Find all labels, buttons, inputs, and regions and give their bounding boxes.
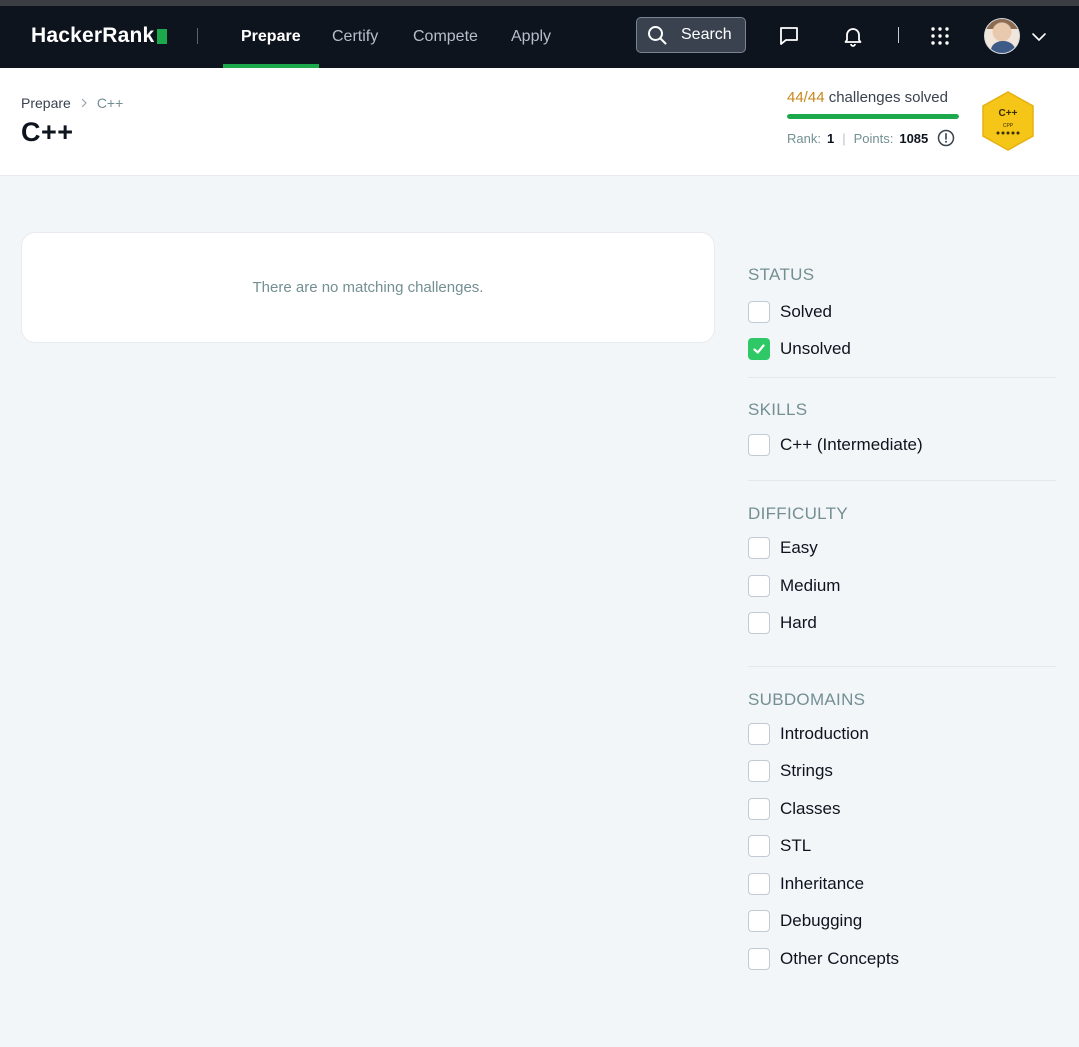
filter-group-status: STATUS Solved Unsolved bbox=[748, 265, 1056, 378]
checkbox-unsolved[interactable] bbox=[748, 338, 770, 361]
logo-text: HackerRank bbox=[31, 24, 155, 47]
badge-star bbox=[1001, 131, 1005, 135]
filter-option-unsolved[interactable]: Unsolved bbox=[748, 331, 1056, 369]
apps-grid-icon bbox=[931, 27, 949, 45]
badge-star bbox=[1011, 131, 1015, 135]
filters-panel: STATUS Solved Unsolved SKILLS C++ (Inter… bbox=[748, 265, 1056, 978]
nav-link-prepare[interactable]: Prepare bbox=[223, 6, 319, 68]
checkbox-other-concepts[interactable] bbox=[748, 947, 770, 970]
points-value: 1085 bbox=[899, 130, 929, 146]
empty-message: There are no matching challenges. bbox=[252, 279, 484, 296]
badge-star bbox=[1016, 131, 1020, 135]
filter-title-skills: SKILLS bbox=[748, 400, 808, 419]
option-label: Debugging bbox=[780, 911, 863, 931]
page-title: C++ bbox=[21, 117, 74, 147]
solved-text: challenges solved bbox=[828, 89, 948, 106]
checkbox-cpp-intermediate[interactable] bbox=[748, 433, 770, 456]
info-icon[interactable] bbox=[937, 129, 955, 147]
filter-option-other-concepts[interactable]: Other Concepts bbox=[748, 940, 1056, 978]
option-label: Introduction bbox=[780, 723, 869, 743]
filter-option-medium[interactable]: Medium bbox=[748, 567, 1056, 605]
filter-group-difficulty: DIFFICULTY Easy Medium Hard bbox=[748, 481, 1056, 667]
badge-star bbox=[1006, 131, 1010, 135]
messages-icon bbox=[780, 27, 798, 45]
progress-summary: 44/44 challenges solved Rank: 1 | Points… bbox=[787, 89, 962, 147]
checkbox-hard[interactable] bbox=[748, 612, 770, 635]
option-label: Strings bbox=[780, 761, 833, 781]
rank-value: 1 bbox=[826, 130, 835, 146]
badge-title: C++ bbox=[999, 108, 1018, 119]
option-label: STL bbox=[780, 836, 812, 856]
nav-link-apply[interactable]: Apply bbox=[511, 6, 551, 68]
option-label: Medium bbox=[780, 575, 841, 595]
filter-option-cpp-intermediate[interactable]: C++ (Intermediate) bbox=[748, 426, 1056, 464]
filter-title-difficulty: DIFFICULTY bbox=[748, 503, 848, 523]
hackerrank-logo[interactable]: HackerRank bbox=[31, 24, 168, 48]
nav-link-compete[interactable]: Compete bbox=[413, 6, 478, 68]
checkbox-stl[interactable] bbox=[748, 835, 770, 858]
checkbox-solved[interactable] bbox=[748, 300, 770, 323]
checkbox-classes[interactable] bbox=[748, 797, 770, 820]
nav-separator bbox=[898, 27, 899, 43]
search-icon bbox=[648, 26, 667, 45]
option-label: Inheritance bbox=[780, 873, 865, 893]
filter-option-easy[interactable]: Easy bbox=[748, 530, 1056, 568]
checkbox-easy[interactable] bbox=[748, 537, 770, 560]
badge-subtitle: CPP bbox=[1003, 123, 1014, 129]
filter-option-inheritance[interactable]: Inheritance bbox=[748, 865, 1056, 903]
progress-fill bbox=[787, 114, 959, 119]
progress-bar bbox=[787, 114, 959, 119]
messages-button[interactable] bbox=[776, 23, 802, 49]
nav-divider bbox=[197, 28, 198, 44]
chevron-right-icon bbox=[81, 98, 87, 108]
breadcrumb-current: C++ bbox=[96, 95, 124, 111]
option-label: Hard bbox=[780, 613, 817, 633]
breadcrumb-prepare[interactable]: Prepare bbox=[21, 95, 71, 111]
checkmark-icon bbox=[753, 344, 765, 354]
search-label: Search bbox=[681, 26, 732, 43]
rank-points-divider: | bbox=[842, 130, 846, 146]
checkbox-debugging[interactable] bbox=[748, 910, 770, 933]
filter-title-subdomains: SUBDOMAINS bbox=[748, 690, 866, 709]
filter-option-hard[interactable]: Hard bbox=[748, 605, 1056, 643]
filter-option-introduction[interactable]: Introduction bbox=[748, 715, 1056, 753]
top-navbar: HackerRank Prepare Certify Compete Apply… bbox=[0, 6, 1079, 68]
filter-option-stl[interactable]: STL bbox=[748, 828, 1056, 866]
filter-option-debugging[interactable]: Debugging bbox=[748, 903, 1056, 941]
filter-option-strings[interactable]: Strings bbox=[748, 753, 1056, 791]
filter-group-skills: SKILLS C++ (Intermediate) bbox=[748, 378, 1056, 481]
search-button[interactable]: Search bbox=[636, 17, 746, 53]
checkbox-introduction[interactable] bbox=[748, 722, 770, 745]
solved-line: 44/44 challenges solved bbox=[787, 89, 962, 106]
solved-count: 44/44 bbox=[787, 89, 825, 106]
notifications-button[interactable] bbox=[840, 23, 866, 49]
logo-green-block bbox=[157, 28, 168, 44]
chevron-down-icon[interactable] bbox=[1030, 28, 1048, 46]
checkbox-medium[interactable] bbox=[748, 574, 770, 597]
filter-option-classes[interactable]: Classes bbox=[748, 790, 1056, 828]
option-label: Solved bbox=[780, 301, 832, 321]
filter-group-subdomains: SUBDOMAINS Introduction Strings Classes … bbox=[748, 667, 1056, 978]
filter-option-solved[interactable]: Solved bbox=[748, 293, 1056, 331]
option-label: Unsolved bbox=[780, 339, 851, 359]
page-header: Prepare C++ C++ 44/44 challenges solved … bbox=[0, 68, 1079, 176]
option-label: Other Concepts bbox=[780, 948, 900, 968]
nav-link-certify[interactable]: Certify bbox=[332, 6, 378, 68]
badge-star bbox=[996, 131, 1000, 135]
checkbox-inheritance[interactable] bbox=[748, 872, 770, 895]
rank-label: Rank: bbox=[787, 130, 821, 146]
filter-title-status: STATUS bbox=[748, 265, 815, 284]
rank-points-line: Rank: 1 | Points: 1085 bbox=[787, 129, 962, 147]
option-label: Classes bbox=[780, 798, 841, 818]
breadcrumb: Prepare C++ bbox=[21, 95, 123, 111]
option-label: C++ (Intermediate) bbox=[780, 434, 923, 454]
checkbox-strings[interactable] bbox=[748, 760, 770, 783]
cpp-badge[interactable]: C++ CPP bbox=[979, 90, 1037, 152]
notification-bell-icon bbox=[844, 28, 862, 47]
points-label: Points: bbox=[853, 130, 894, 146]
user-avatar[interactable] bbox=[984, 18, 1020, 54]
challenges-empty-card: There are no matching challenges. bbox=[21, 232, 715, 343]
apps-menu-button[interactable] bbox=[927, 23, 953, 49]
option-label: Easy bbox=[780, 538, 818, 558]
